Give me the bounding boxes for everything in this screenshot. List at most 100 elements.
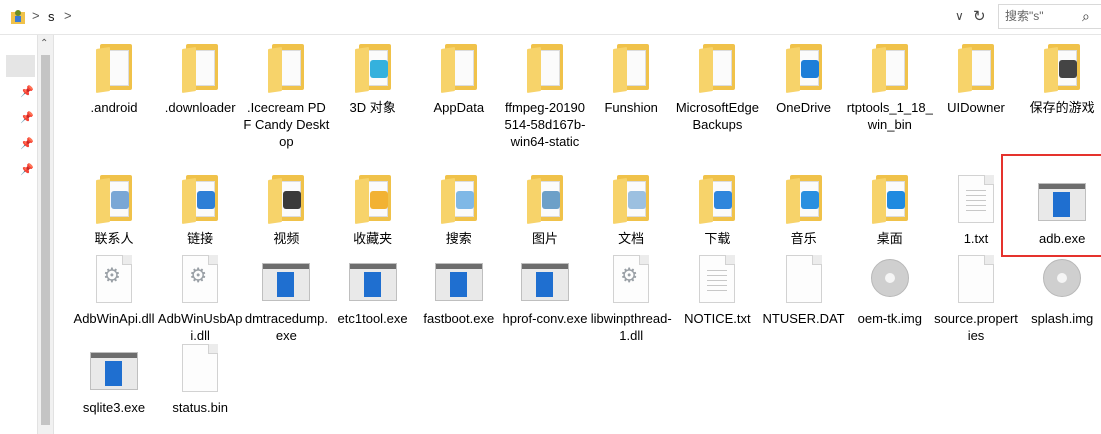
- dll-file-icon: ⚙: [87, 251, 141, 307]
- item-label: OneDrive: [776, 100, 832, 115]
- file-item[interactable]: status.bin: [157, 340, 243, 416]
- scroll-up-icon[interactable]: ⌃: [40, 38, 48, 49]
- item-label: 1.txt: [963, 231, 989, 246]
- folder-item[interactable]: 文档: [588, 171, 674, 247]
- breadcrumb-separator[interactable]: >: [64, 8, 72, 23]
- onedrive-folder-icon: [777, 40, 831, 96]
- file-item[interactable]: hprof-conv.exe: [502, 251, 588, 327]
- item-label: sqlite3.exe: [82, 400, 146, 415]
- item-label: 文档: [618, 231, 645, 246]
- search-icon[interactable]: ⌕: [1082, 8, 1090, 25]
- file-item[interactable]: oem-tk.img: [847, 251, 933, 327]
- item-label: .downloader: [164, 100, 236, 115]
- file-item[interactable]: etc1tool.exe: [330, 251, 416, 327]
- item-label: splash.img: [1031, 311, 1094, 326]
- folder-item[interactable]: 3D 对象: [330, 40, 416, 116]
- folder-item[interactable]: 桌面: [847, 171, 933, 247]
- vertical-scrollbar[interactable]: ⌃: [37, 35, 54, 434]
- file-item[interactable]: adb.exe: [1019, 171, 1101, 247]
- item-label: 视频: [273, 231, 300, 246]
- folder-item[interactable]: .downloader: [157, 40, 243, 116]
- item-label: NTUSER.DAT: [762, 311, 845, 326]
- exe-file-icon: [432, 251, 486, 307]
- item-label: AdbWinApi.dll: [73, 311, 155, 326]
- breadcrumb-current-folder[interactable]: s: [48, 9, 55, 24]
- item-label: 下载: [704, 231, 731, 246]
- item-label: 音乐: [790, 231, 817, 246]
- folder-icon: [259, 40, 313, 96]
- search-box[interactable]: ⌕: [998, 4, 1101, 29]
- scrollbar-thumb[interactable]: [41, 55, 50, 425]
- pin-icon[interactable]: 📌: [20, 137, 34, 150]
- file-item[interactable]: 1.txt: [933, 171, 1019, 247]
- file-item[interactable]: fastboot.exe: [416, 251, 502, 327]
- folder-item[interactable]: 下载: [674, 171, 760, 247]
- address-bar[interactable]: > s > ∨ ↻ ⌕: [0, 0, 1101, 35]
- folder-item[interactable]: AppData: [416, 40, 502, 116]
- folder-item[interactable]: UIDowner: [933, 40, 1019, 116]
- item-label: etc1tool.exe: [337, 311, 408, 326]
- item-label: Funshion: [604, 100, 658, 115]
- pin-icon[interactable]: 📌: [20, 85, 34, 98]
- item-label: 图片: [531, 231, 558, 246]
- exe-file-icon: [346, 251, 400, 307]
- folder-item[interactable]: 搜索: [416, 171, 502, 247]
- item-label: AdbWinUsbApi.dll: [157, 311, 243, 343]
- file-item[interactable]: ⚙ libwinpthread-1.dll: [588, 251, 674, 344]
- folder-item[interactable]: 保存的游戏: [1019, 40, 1101, 116]
- folder-icon: [949, 40, 1003, 96]
- item-label: 保存的游戏: [1029, 100, 1095, 115]
- folder-icon: [604, 40, 658, 96]
- item-label: MicrosoftEdgeBackups: [675, 100, 759, 132]
- videos-folder-icon: [259, 171, 313, 227]
- searches-folder-icon: [432, 171, 486, 227]
- file-item[interactable]: source.properties: [933, 251, 1019, 344]
- desktop-folder-icon: [863, 171, 917, 227]
- search-input[interactable]: [1005, 8, 1075, 24]
- links-folder-icon: [173, 171, 227, 227]
- file-item[interactable]: ⚙ AdbWinApi.dll: [71, 251, 157, 327]
- folder-icon: [863, 40, 917, 96]
- folder-item[interactable]: ffmpeg-20190514-58d167b-win64-static: [502, 40, 588, 150]
- file-item[interactable]: NTUSER.DAT: [761, 251, 847, 327]
- folder-item[interactable]: MicrosoftEdgeBackups: [674, 40, 760, 133]
- item-label: 联系人: [94, 231, 134, 246]
- item-label: adb.exe: [1039, 231, 1086, 246]
- item-label: dmtracedump.exe: [244, 311, 328, 343]
- folder-item[interactable]: Funshion: [588, 40, 674, 116]
- item-label: 链接: [187, 231, 214, 246]
- navigation-pane[interactable]: 📌 📌 📌 📌: [0, 35, 37, 434]
- item-label: source.properties: [934, 311, 1018, 343]
- nav-selected-item[interactable]: [6, 55, 35, 77]
- folder-item[interactable]: 联系人: [71, 171, 157, 247]
- folder-item[interactable]: rtptools_1_18_win_bin: [847, 40, 933, 133]
- file-item[interactable]: sqlite3.exe: [71, 340, 157, 416]
- folder-item[interactable]: 收藏夹: [330, 171, 416, 247]
- file-item[interactable]: dmtracedump.exe: [243, 251, 329, 344]
- folder-item[interactable]: 链接: [157, 171, 243, 247]
- file-item[interactable]: splash.img: [1019, 251, 1101, 327]
- folder-icon: [173, 40, 227, 96]
- folder-item[interactable]: .android: [71, 40, 157, 116]
- exe-file-icon: [259, 251, 313, 307]
- folder-item[interactable]: 音乐: [761, 171, 847, 247]
- dll-file-icon: ⚙: [173, 251, 227, 307]
- refresh-icon[interactable]: ↻: [973, 7, 986, 25]
- pin-icon[interactable]: 📌: [20, 163, 34, 176]
- generic-file-icon: [173, 340, 227, 396]
- text-file-icon: [949, 171, 1003, 227]
- user-folder-icon: [11, 10, 25, 24]
- 3d-objects-folder-icon: [346, 40, 400, 96]
- item-label: UIDowner: [947, 100, 1005, 115]
- folder-icon: [690, 40, 744, 96]
- file-item[interactable]: ⚙ AdbWinUsbApi.dll: [157, 251, 243, 344]
- item-label: .android: [90, 100, 138, 115]
- pin-icon[interactable]: 📌: [20, 111, 34, 124]
- downloads-folder-icon: [690, 171, 744, 227]
- folder-item[interactable]: OneDrive: [761, 40, 847, 116]
- file-item[interactable]: NOTICE.txt: [674, 251, 760, 327]
- folder-item[interactable]: 图片: [502, 171, 588, 247]
- chevron-down-icon[interactable]: ∨: [955, 9, 964, 23]
- folder-item[interactable]: 视频: [243, 171, 329, 247]
- folder-item[interactable]: .Icecream PDF Candy Desktop: [243, 40, 329, 150]
